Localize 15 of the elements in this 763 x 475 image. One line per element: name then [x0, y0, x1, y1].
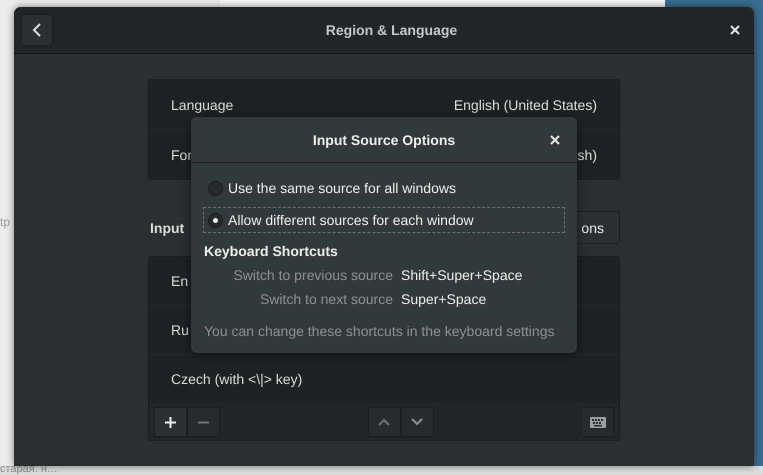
row-label: For	[171, 146, 192, 162]
row-label: Language	[171, 96, 234, 112]
row-value: English (United States)	[454, 96, 597, 112]
shortcut-label: Switch to next source	[258, 291, 393, 307]
dialog-title: Input Source Options	[312, 132, 456, 148]
row-value: sh)	[578, 146, 597, 162]
section-heading: Input	[149, 220, 184, 236]
window-title: Region & Language	[324, 22, 458, 38]
taskbar-label: старая. н…	[0, 463, 58, 475]
desktop-text: tp	[0, 215, 10, 229]
hint-text: You can change these shortcuts in the keyboard settings	[203, 323, 556, 339]
shortcut-keys: Super+Space	[401, 291, 565, 307]
shortcut-keys: Shift+Super+Space	[401, 267, 565, 283]
section-heading: Keyboard Shortcuts	[204, 243, 339, 259]
shortcut-label: Switch to previous source	[232, 267, 393, 283]
